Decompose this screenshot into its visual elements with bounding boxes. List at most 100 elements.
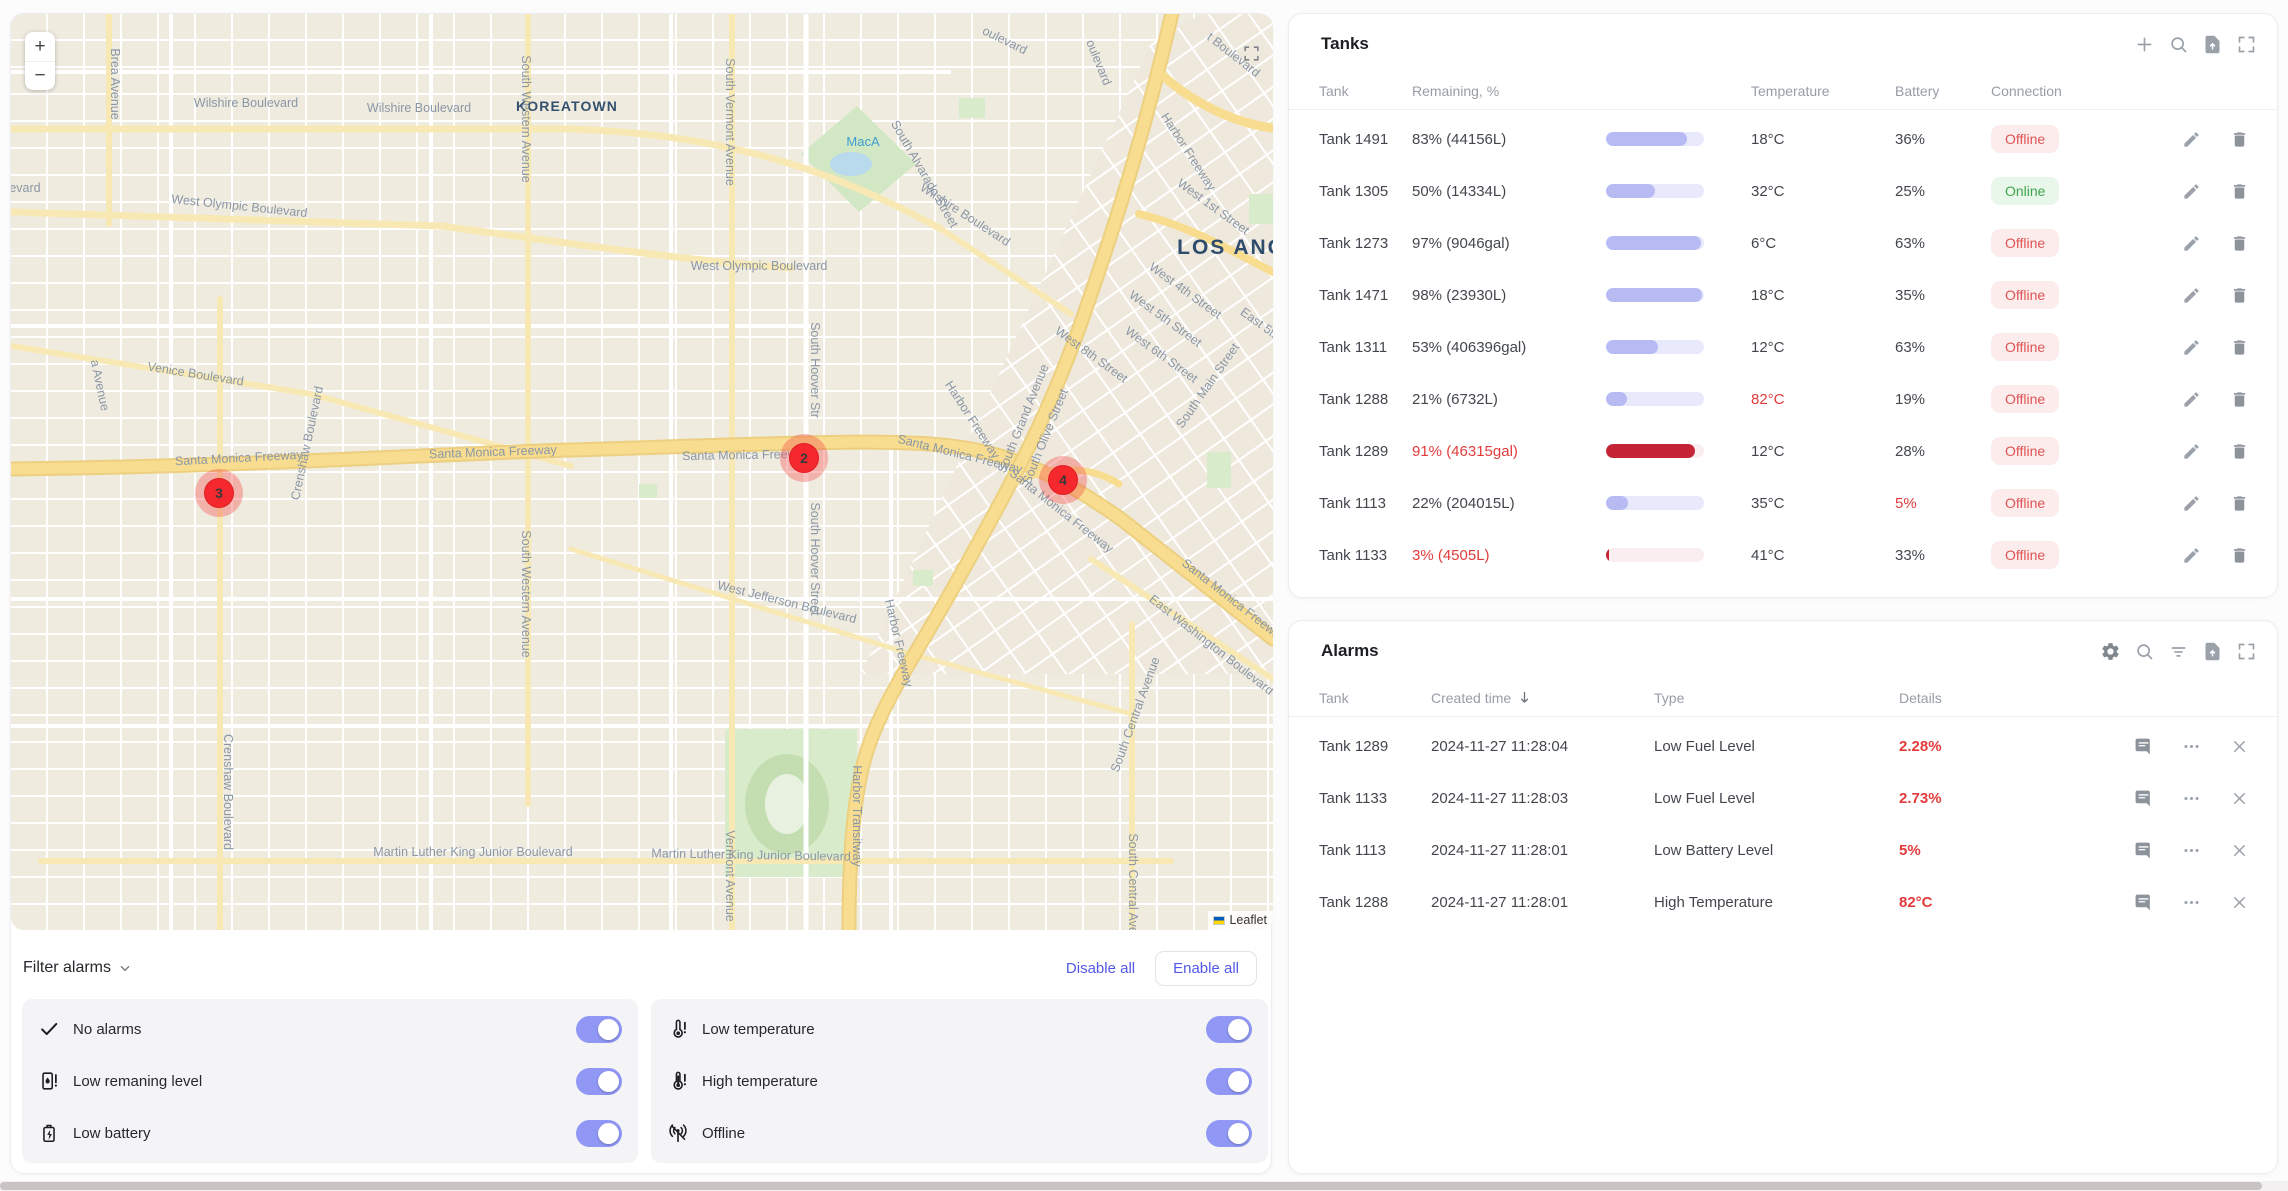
alarm-type-value: Low Fuel Level <box>1654 738 1899 755</box>
alarms-panel: Alarms TankCreated timeTypeDetails Tank … <box>1288 620 2278 1174</box>
temperature-value: 82°C <box>1751 391 1895 408</box>
delete-tank-button[interactable] <box>2228 336 2250 358</box>
map-fullscreen-button[interactable] <box>1242 44 1261 68</box>
comment-button[interactable] <box>2132 787 2154 809</box>
created-time-value: 2024-11-27 11:28:01 <box>1431 894 1654 911</box>
tank-cluster-marker[interactable]: 2 <box>789 443 819 473</box>
edit-tank-button[interactable] <box>2180 180 2202 202</box>
pencil-icon <box>2182 286 2201 305</box>
column-header-tank[interactable]: Tank <box>1319 83 1412 99</box>
settings-button[interactable] <box>2099 640 2121 662</box>
battery-value: 36% <box>1895 131 1991 148</box>
comment-button[interactable] <box>2132 839 2154 861</box>
chat-icon <box>2134 789 2153 808</box>
filter-toggle[interactable] <box>1206 1120 1252 1147</box>
connection-status-badge: Online <box>1991 177 2059 205</box>
temperature-value: 32°C <box>1751 183 1895 200</box>
column-header-tank[interactable]: Tank <box>1319 690 1431 706</box>
column-header-remaining-[interactable]: Remaining, % <box>1412 83 1606 99</box>
tank-cluster-marker[interactable]: 4 <box>1048 465 1078 495</box>
connection-status-badge: Offline <box>1991 437 2059 465</box>
more-actions-button[interactable] <box>2180 735 2202 757</box>
edit-tank-button[interactable] <box>2180 232 2202 254</box>
edit-tank-button[interactable] <box>2180 388 2202 410</box>
delete-tank-button[interactable] <box>2228 544 2250 566</box>
search-button[interactable] <box>2167 33 2189 55</box>
edit-tank-button[interactable] <box>2180 440 2202 462</box>
chat-icon <box>2134 737 2153 756</box>
delete-tank-button[interactable] <box>2228 388 2250 410</box>
enable-all-button[interactable]: Enable all <box>1155 951 1257 986</box>
column-header-details[interactable]: Details <box>1899 690 2119 706</box>
edit-tank-button[interactable] <box>2180 336 2202 358</box>
remaining-progress-bar <box>1606 340 1704 354</box>
edit-tank-button[interactable] <box>2180 128 2202 150</box>
filter-alarms-collapse[interactable]: Filter alarms <box>23 959 133 977</box>
dismiss-alarm-button[interactable] <box>2228 787 2250 809</box>
dismiss-alarm-button[interactable] <box>2228 839 2250 861</box>
map[interactable]: Wilshire BoulevardWilshire BoulevardKORE… <box>11 14 1273 930</box>
map-attribution[interactable]: Leaflet <box>1208 911 1273 930</box>
column-header-created-time[interactable]: Created time <box>1431 689 1654 706</box>
close-icon <box>2230 841 2249 860</box>
fullscreen-button[interactable] <box>2235 640 2257 662</box>
search-button[interactable] <box>2133 640 2155 662</box>
export-button[interactable] <box>2201 640 2223 662</box>
more-actions-button[interactable] <box>2180 839 2202 861</box>
table-row: Tank 131153% (406396gal)12°C63%Offline <box>1289 321 2277 373</box>
battery-value: 19% <box>1895 391 1991 408</box>
map-label: Martin Luther King Junior Boulevard <box>373 845 572 859</box>
tank-cluster-marker[interactable]: 3 <box>204 478 234 508</box>
delete-tank-button[interactable] <box>2228 440 2250 462</box>
fuel-gauge-icon <box>38 1070 60 1092</box>
edit-tank-button[interactable] <box>2180 284 2202 306</box>
delete-tank-button[interactable] <box>2228 232 2250 254</box>
column-header-label: Details <box>1899 690 1942 706</box>
filter-grid: No alarmsLow remaning levelLow battery L… <box>22 999 1268 1163</box>
more-actions-button[interactable] <box>2180 787 2202 809</box>
edit-tank-button[interactable] <box>2180 492 2202 514</box>
filter-alarms-label: Filter alarms <box>23 959 111 977</box>
column-header-battery[interactable]: Battery <box>1895 83 1991 99</box>
filter-button[interactable] <box>2167 640 2189 662</box>
comment-button[interactable] <box>2132 891 2154 913</box>
fullscreen-button[interactable] <box>2235 33 2257 55</box>
delete-tank-button[interactable] <box>2228 492 2250 514</box>
filter-toggle[interactable] <box>1206 1016 1252 1043</box>
delete-tank-button[interactable] <box>2228 284 2250 306</box>
remaining-progress-bar <box>1606 236 1704 250</box>
more-actions-button[interactable] <box>2180 891 2202 913</box>
column-header-temperature[interactable]: Temperature <box>1751 83 1895 99</box>
column-header-connection[interactable]: Connection <box>1991 83 2161 99</box>
disable-all-button[interactable]: Disable all <box>1066 960 1135 977</box>
tank-name: Tank 1113 <box>1319 495 1412 512</box>
edit-tank-button[interactable] <box>2180 544 2202 566</box>
attribution-label: Leaflet <box>1229 913 1267 927</box>
trash-icon <box>2230 182 2249 201</box>
zoom-in-button[interactable]: + <box>25 32 55 62</box>
dismiss-alarm-button[interactable] <box>2228 891 2250 913</box>
map-label: Brea Avenue <box>108 48 122 119</box>
delete-tank-button[interactable] <box>2228 128 2250 150</box>
tank-name: Tank 1305 <box>1319 183 1412 200</box>
zoom-out-button[interactable]: − <box>25 62 55 91</box>
row-actions <box>2161 388 2250 410</box>
horizontal-scrollbar-thumb[interactable] <box>0 1182 2262 1190</box>
filter-toggle[interactable] <box>576 1016 622 1043</box>
add-button[interactable] <box>2133 33 2155 55</box>
column-header-label: Type <box>1654 690 1684 706</box>
row-actions <box>2161 284 2250 306</box>
filter-toggle[interactable] <box>1206 1068 1252 1095</box>
filter-toggle[interactable] <box>576 1068 622 1095</box>
delete-tank-button[interactable] <box>2228 180 2250 202</box>
file-export-icon <box>2202 641 2223 662</box>
export-button[interactable] <box>2201 33 2223 55</box>
dismiss-alarm-button[interactable] <box>2228 735 2250 757</box>
column-header-type[interactable]: Type <box>1654 690 1899 706</box>
table-row: Tank 149183% (44156L)18°C36%Offline <box>1289 113 2277 165</box>
comment-button[interactable] <box>2132 735 2154 757</box>
dots-icon <box>2182 789 2201 808</box>
filter-toggle[interactable] <box>576 1120 622 1147</box>
remaining-value: 50% (14334L) <box>1412 183 1606 200</box>
remaining-progress-fill <box>1606 496 1628 510</box>
